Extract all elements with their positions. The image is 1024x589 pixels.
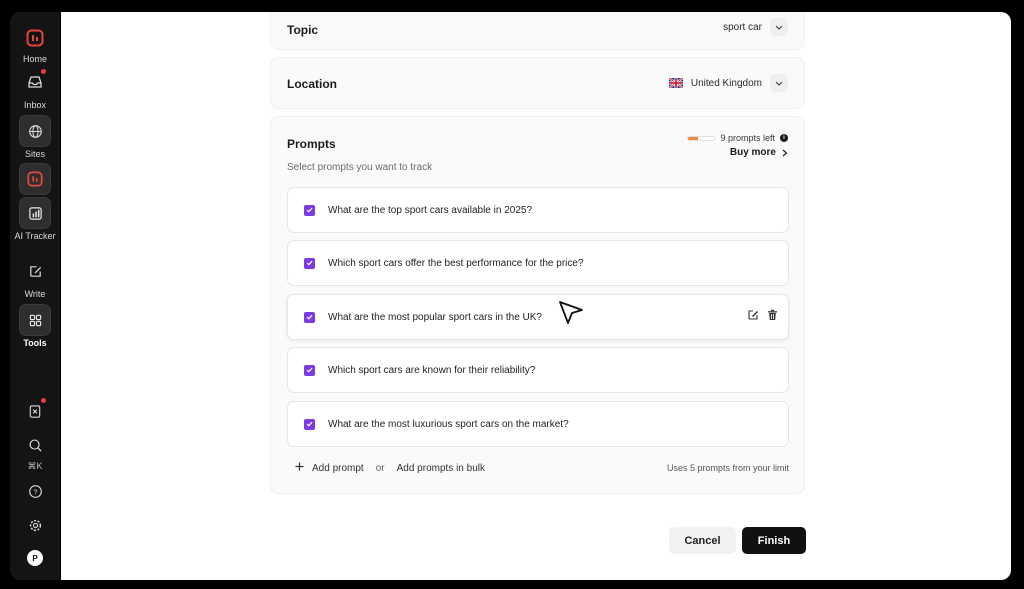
- sidebar-item-home[interactable]: Home: [10, 52, 60, 64]
- plus-icon[interactable]: [295, 462, 304, 474]
- notification-dot: [41, 69, 46, 74]
- check-icon: [306, 367, 313, 373]
- prompt-text: Which sport cars are known for their rel…: [328, 364, 536, 376]
- tracker-logo-icon: [19, 163, 51, 195]
- prompt-text: Which sport cars offer the best performa…: [328, 257, 584, 269]
- sidebar-item-settings[interactable]: [10, 509, 60, 541]
- prompts-footer: Add prompt or Add prompts in bulk Uses 5…: [287, 462, 789, 474]
- app-frame: Home Inbox Sites AI Tracker Write Tools …: [0, 0, 1024, 589]
- sidebar-item-label: Write: [24, 289, 46, 299]
- globe-icon: [19, 115, 51, 147]
- check-icon: [306, 314, 313, 320]
- prompts-subtitle: Select prompts you want to track: [287, 162, 433, 173]
- prompt-text: What are the top sport cars available in…: [328, 204, 533, 216]
- brand-logo[interactable]: [10, 22, 60, 54]
- prompt-checkbox[interactable]: [304, 364, 315, 376]
- grid-icon: [19, 304, 51, 336]
- topic-row: Topic sport car: [270, 12, 805, 50]
- chevron-down-icon[interactable]: [770, 74, 788, 92]
- usage-text: Uses 5 prompts from your limit: [666, 463, 789, 473]
- gear-icon: [19, 509, 51, 541]
- prompt-limit: 9 prompts left i Buy more: [687, 133, 788, 158]
- sidebar-item-label: Sites: [24, 149, 45, 159]
- prompt-text: What are the most popular sport cars in …: [328, 311, 542, 323]
- clipboard-icon: [19, 395, 51, 427]
- trash-icon[interactable]: [767, 308, 778, 326]
- sidebar-item-help[interactable]: ?: [10, 475, 60, 507]
- finish-button[interactable]: Finish: [742, 527, 806, 554]
- edit-icon: [19, 255, 51, 287]
- topic-label: Topic: [287, 23, 319, 37]
- check-icon: [306, 260, 313, 266]
- prompt-checkbox[interactable]: [304, 311, 315, 323]
- sidebar-item-label: Tools: [23, 338, 47, 348]
- or-separator: or: [375, 462, 385, 474]
- location-select[interactable]: United Kingdom: [668, 74, 788, 92]
- sidebar-item-tools[interactable]: Tools: [10, 304, 60, 348]
- topic-select[interactable]: sport car: [723, 18, 788, 36]
- prompts-title: Prompts: [287, 137, 336, 151]
- info-icon[interactable]: i: [780, 134, 788, 142]
- prompt-item[interactable]: What are the top sport cars available in…: [287, 187, 789, 233]
- prompt-usage-bar: [687, 135, 716, 141]
- prompt-item[interactable]: Which sport cars are known for their rel…: [287, 347, 789, 393]
- cursor-icon: [558, 299, 584, 330]
- location-label: Location: [287, 77, 337, 91]
- sidebar-item-profile[interactable]: P: [10, 542, 60, 574]
- sidebar-item-ai-tracker[interactable]: AI Tracker: [10, 197, 60, 241]
- notification-dot: [41, 398, 46, 403]
- prompt-item[interactable]: What are the most popular sport cars in …: [287, 294, 789, 340]
- location-row: Location United Kingdom: [270, 57, 805, 109]
- location-value: United Kingdom: [690, 77, 762, 89]
- sidebar-item-label: Home: [22, 54, 47, 64]
- check-icon: [306, 207, 313, 213]
- check-icon: [306, 421, 313, 427]
- chevron-right-icon: [782, 149, 788, 156]
- avatar: P: [27, 550, 43, 566]
- sidebar-item-write[interactable]: Write: [10, 255, 60, 299]
- sidebar-item-label: Inbox: [23, 100, 47, 110]
- svg-text:?: ?: [33, 487, 37, 496]
- sidebar: Home Inbox Sites AI Tracker Write Tools …: [10, 12, 60, 580]
- prompt-checkbox[interactable]: [304, 418, 315, 430]
- add-prompts-bulk-link[interactable]: Add prompts in bulk: [397, 463, 485, 474]
- inbox-tray-icon: [19, 66, 51, 98]
- help-icon: ?: [19, 475, 51, 507]
- topic-value: sport car: [723, 21, 762, 33]
- cancel-button[interactable]: Cancel: [669, 527, 736, 554]
- prompt-checkbox[interactable]: [304, 257, 315, 269]
- search-icon: [19, 429, 51, 461]
- sidebar-item-inbox[interactable]: Inbox: [10, 66, 60, 110]
- prompts-card: Prompts Select prompts you want to track…: [270, 116, 805, 494]
- sidebar-item-search[interactable]: ⌘K: [10, 429, 60, 472]
- prompt-text: What are the most luxurious sport cars o…: [328, 418, 569, 430]
- prompt-item[interactable]: What are the most luxurious sport cars o…: [287, 401, 789, 447]
- prompt-item[interactable]: Which sport cars offer the best performa…: [287, 240, 789, 286]
- buy-more-link[interactable]: Buy more: [730, 147, 788, 158]
- uk-flag-icon: [668, 78, 683, 88]
- sidebar-item-tasks[interactable]: [10, 395, 60, 427]
- edit-icon[interactable]: [747, 308, 759, 326]
- chevron-down-icon[interactable]: [770, 18, 788, 36]
- prompt-checkbox[interactable]: [304, 204, 315, 216]
- sidebar-item-label: AI Tracker: [14, 231, 56, 241]
- prompts-remaining: 9 prompts left: [720, 133, 775, 143]
- main-panel: Topic sport car Location United Kingdom …: [61, 12, 1011, 580]
- sidebar-item-sites[interactable]: Sites: [10, 115, 60, 159]
- chart-icon: [19, 197, 51, 229]
- search-shortcut: ⌘K: [27, 461, 43, 471]
- add-prompt-link[interactable]: Add prompt: [312, 463, 364, 474]
- sidebar-item-tracker-logo[interactable]: [10, 163, 60, 195]
- brand-logo-icon: [19, 22, 51, 54]
- buy-more-label: Buy more: [729, 147, 776, 158]
